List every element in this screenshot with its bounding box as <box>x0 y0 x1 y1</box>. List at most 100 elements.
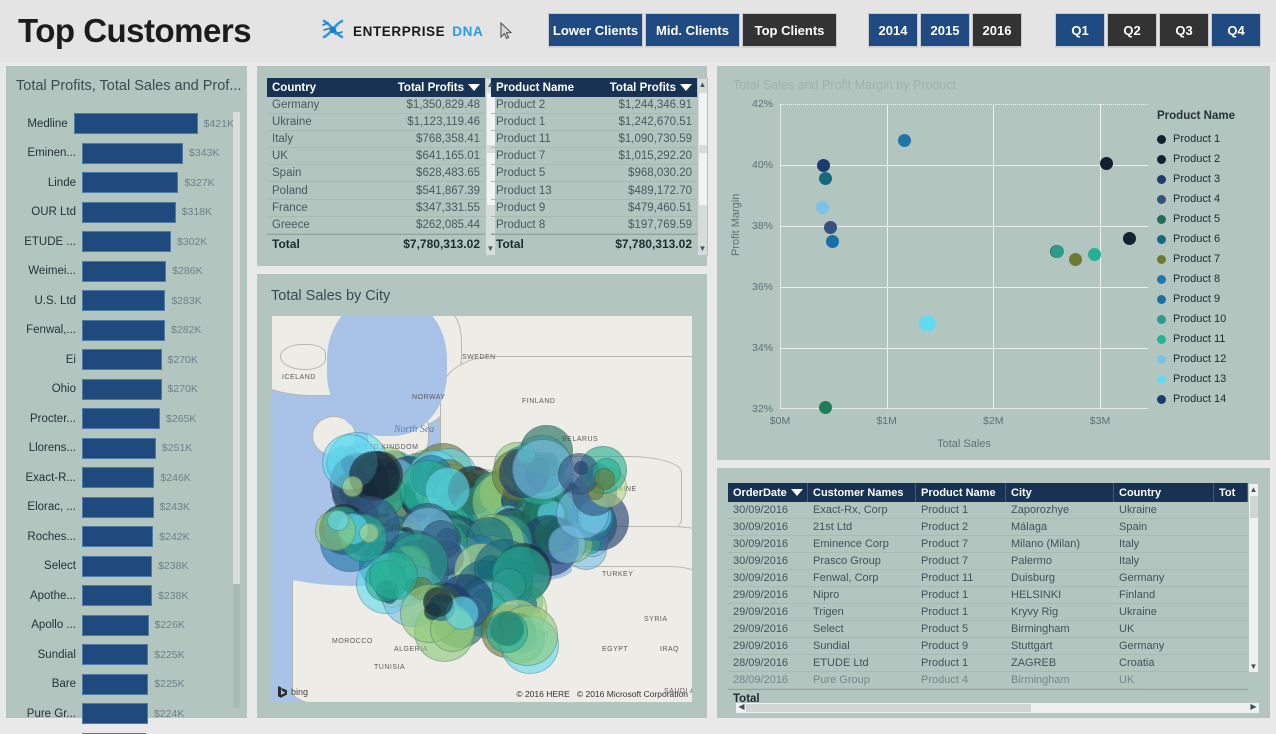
legend-item[interactable]: Product 12 <box>1157 349 1265 369</box>
bar-row[interactable]: OUR Ltd $318K <box>6 198 234 228</box>
detail-table-row[interactable]: 29/09/2016 Nipro Product 1 HELSINKI Finland <box>728 587 1248 604</box>
scatter-point[interactable] <box>816 158 830 172</box>
detail-table-row[interactable]: 28/09/2016 Pure Group Product 4 Birmingham U… <box>728 672 1248 689</box>
bar-fill[interactable] <box>82 673 149 695</box>
order-detail-body[interactable]: 30/09/2016 Exact-Rx, Corp Product 1 Zaporoz… <box>728 502 1248 689</box>
country-row[interactable]: Spain $628,483.65 <box>267 165 485 183</box>
bar-fill[interactable] <box>82 644 149 666</box>
bar-row[interactable]: U.S. Ltd $283K <box>6 286 234 316</box>
year-segment-buttons[interactable]: 2014 2015 2016 <box>868 13 1024 47</box>
bar-row[interactable]: Fenwal,... $282K <box>6 316 234 346</box>
legend-item[interactable]: Product 10 <box>1157 309 1265 329</box>
bar-fill[interactable] <box>82 408 161 430</box>
bar-row[interactable]: Pure Gr... $224K <box>6 699 234 729</box>
legend-item[interactable]: Product 14 <box>1157 389 1265 409</box>
product-row[interactable]: Product 1 $1,242,670.51 <box>491 114 697 132</box>
detail-table-row[interactable]: 28/09/2016 ETUDE Ltd Product 1 ZAGREB Croati… <box>728 655 1248 672</box>
map-bubble[interactable] <box>423 587 454 618</box>
bar-row[interactable]: Exact-R... $246K <box>6 463 234 493</box>
year-button-2016[interactable]: 2016 <box>972 13 1022 47</box>
column-header-total-profits[interactable]: Total Profits <box>398 82 485 94</box>
legend-item[interactable]: Product 4 <box>1157 189 1265 209</box>
product-scroll-thumb-lower[interactable] <box>699 153 707 205</box>
detail-column-header-tot[interactable]: Tot <box>1214 483 1248 502</box>
product-row[interactable]: Product 11 $1,090,730.59 <box>491 131 697 149</box>
detail-table-row[interactable]: 30/09/2016 Exact-Rx, Corp Product 1 Zaporoz… <box>728 502 1248 519</box>
bar-fill[interactable] <box>82 290 166 312</box>
map-bubble[interactable] <box>594 468 616 490</box>
scroll-up-icon[interactable]: ▲ <box>487 79 495 91</box>
legend-item[interactable]: Product 9 <box>1157 289 1265 309</box>
legend-item[interactable]: Product 8 <box>1157 269 1265 289</box>
scroll-right-icon[interactable]: ▶ <box>1248 702 1259 711</box>
legend-items[interactable]: Product 1 Product 2 Product 3 Product 4 Prod… <box>1157 129 1265 409</box>
quarter-button-q4[interactable]: Q4 <box>1211 13 1261 47</box>
bing-map-canvas[interactable]: ICELANDSWEDENNORWAYFINLANDUNITED KINGDOM… <box>272 316 692 702</box>
order-detail-scroll-thumb[interactable] <box>1250 496 1258 518</box>
scatter-plot-area[interactable]: 32% 34% 36% 38% 40% 42% $0M $1M $2M $3M <box>752 98 1148 427</box>
detail-table-row[interactable]: 30/09/2016 Fenwal, Corp Product 11 Duisburg… <box>728 570 1248 587</box>
scatter-point[interactable] <box>918 315 936 333</box>
legend-item[interactable]: Product 3 <box>1157 169 1265 189</box>
map-bubble[interactable] <box>358 522 379 543</box>
product-table-header[interactable]: Product Name Total Profits <box>491 78 697 97</box>
product-row[interactable]: Product 8 $197,769.59 <box>491 217 697 234</box>
bar-fill[interactable] <box>82 378 162 400</box>
bar-fill[interactable] <box>82 614 149 636</box>
quarter-segment-buttons[interactable]: Q1 Q2 Q3 Q4 <box>1055 13 1263 47</box>
product-row[interactable]: Product 7 $1,015,292.20 <box>491 148 697 166</box>
product-row[interactable]: Product 13 $489,172.70 <box>491 182 697 200</box>
bar-fill[interactable] <box>82 555 153 577</box>
country-row[interactable]: Germany $1,350,829.48 <box>267 97 485 115</box>
scroll-down-icon[interactable]: ▼ <box>487 243 495 255</box>
order-detail-hscroll-thumb[interactable] <box>746 704 1031 712</box>
scatter-point[interactable] <box>1099 156 1113 170</box>
country-row[interactable]: France $347,331.55 <box>267 200 485 217</box>
scatter-point[interactable] <box>1050 245 1064 259</box>
product-table-body[interactable]: Product 2 $1,244,346.91 Product 1 $1,242,67… <box>491 97 697 234</box>
map-bubble[interactable] <box>327 509 349 532</box>
bar-fill[interactable] <box>73 113 198 135</box>
product-row[interactable]: Product 9 $479,460.51 <box>491 200 697 217</box>
scroll-up-icon[interactable]: ▲ <box>699 79 707 91</box>
bar-row[interactable]: Linde $327K <box>6 168 234 198</box>
bar-fill[interactable] <box>82 260 167 282</box>
client-button-top-clients[interactable]: Top Clients <box>742 13 837 47</box>
bar-fill[interactable] <box>82 172 179 194</box>
bar-row[interactable]: Ohio $270K <box>6 375 234 405</box>
bar-chart-scrollbar[interactable] <box>233 112 240 708</box>
bar-row[interactable]: Select $238K <box>6 552 234 582</box>
legend-item[interactable]: Product 7 <box>1157 249 1265 269</box>
order-detail-horizontal-scrollbar[interactable]: ◀ ▶ <box>735 702 1260 714</box>
quarter-button-q1[interactable]: Q1 <box>1055 13 1105 47</box>
detail-column-header-product-name[interactable]: Product Name <box>916 483 1006 502</box>
year-button-2015[interactable]: 2015 <box>920 13 970 47</box>
client-segment-buttons[interactable]: Lower Clients Mid. Clients Top Clients <box>548 13 839 47</box>
country-row[interactable]: Italy $768,358.41 <box>267 131 485 149</box>
legend-item[interactable]: Product 5 <box>1157 209 1265 229</box>
product-row[interactable]: Product 5 $968,030.20 <box>491 165 697 183</box>
detail-column-header-country[interactable]: Country <box>1114 483 1214 502</box>
detail-column-header-orderdate[interactable]: OrderDate <box>728 483 808 502</box>
detail-table-row[interactable]: 30/09/2016 21st Ltd Product 2 Málaga Spain <box>728 519 1248 536</box>
bar-chart-rows[interactable]: Medline $421K Eminen... $343K Linde $327K OUR … <box>6 109 234 734</box>
client-button-lower-clients[interactable]: Lower Clients <box>548 13 643 47</box>
scatter-point[interactable] <box>823 221 837 235</box>
bar-fill[interactable] <box>82 201 176 223</box>
country-table-body[interactable]: Germany $1,350,829.48 Ukraine $1,123,119.46… <box>267 97 485 234</box>
quarter-button-q2[interactable]: Q2 <box>1107 13 1157 47</box>
map-bubble[interactable] <box>342 476 363 497</box>
bar-row[interactable]: Eminen... $343K <box>6 139 234 169</box>
detail-column-header-customer-names[interactable]: Customer Names <box>808 483 916 502</box>
bar-fill[interactable] <box>82 231 171 253</box>
client-button-mid-clients[interactable]: Mid. Clients <box>645 13 740 47</box>
sort-descending-icon[interactable] <box>468 84 480 91</box>
bar-row[interactable]: Apollo ... $226K <box>6 611 234 641</box>
scatter-legend[interactable]: Product Name Product 1 Product 2 Product 3… <box>1157 110 1265 409</box>
bar-row[interactable]: Weimei... $286K <box>6 257 234 287</box>
bar-fill[interactable] <box>82 319 166 341</box>
bing-logo[interactable]: bing <box>277 686 308 698</box>
bar-row[interactable]: Elorac, ... $243K <box>6 493 234 523</box>
bar-row[interactable]: Ei $270K <box>6 345 234 375</box>
bar-fill[interactable] <box>82 496 154 518</box>
